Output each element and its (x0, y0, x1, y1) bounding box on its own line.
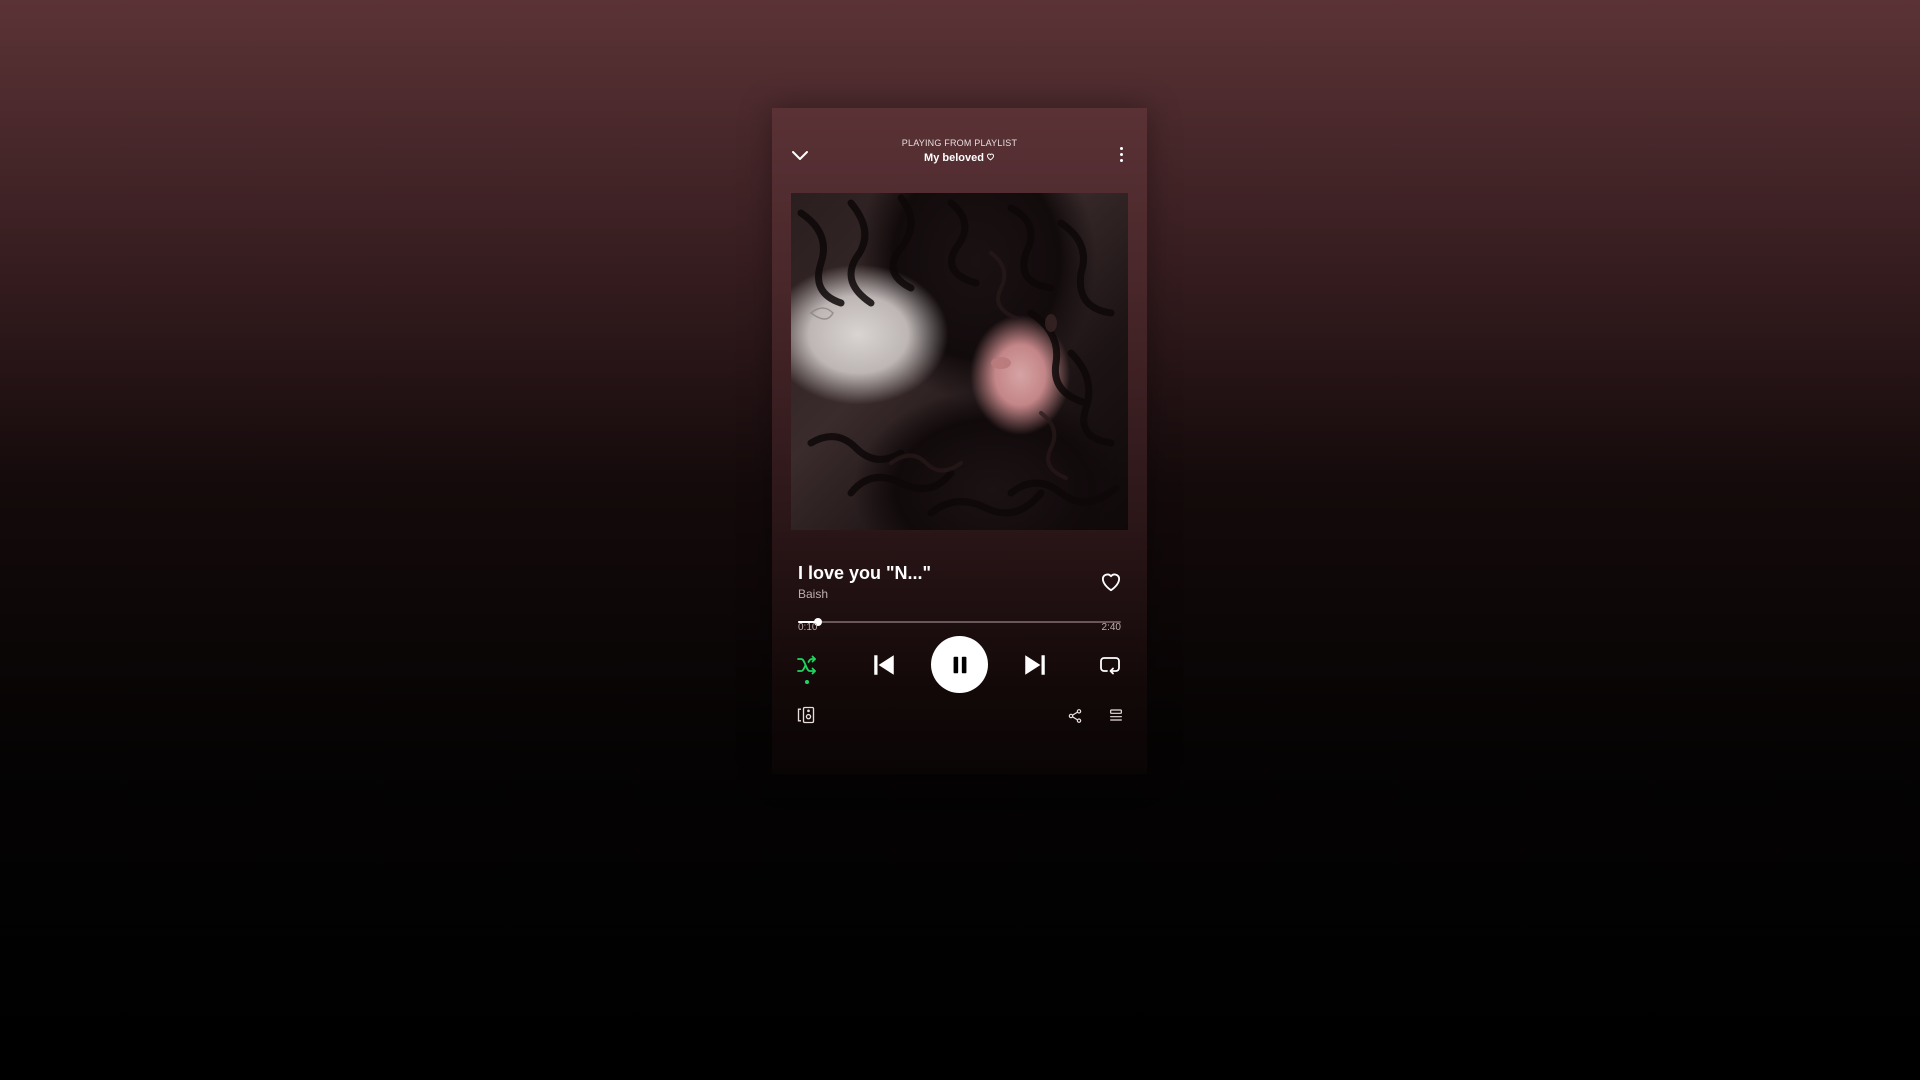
album-art-image (797, 194, 1120, 517)
previous-button[interactable] (868, 649, 900, 681)
now-playing-screen: PLAYING FROM PLAYLIST My beloved I love … (772, 108, 1147, 774)
header: PLAYING FROM PLAYLIST My beloved (772, 108, 1147, 188)
progress-track (798, 621, 1121, 623)
connect-device-button[interactable] (794, 703, 818, 727)
heart-icon (1101, 573, 1121, 592)
playlist-name: My beloved (924, 152, 984, 164)
next-button[interactable] (1019, 649, 1051, 681)
album-artwork (791, 193, 1128, 530)
share-icon (1068, 709, 1082, 723)
repeat-icon (1100, 657, 1120, 675)
pause-button[interactable] (931, 636, 988, 693)
heart-small-icon (986, 153, 994, 161)
playing-from[interactable]: PLAYING FROM PLAYLIST My beloved (832, 138, 1087, 166)
playback-controls (772, 636, 1147, 708)
queue-button[interactable] (1105, 705, 1127, 727)
chevron-down-icon (792, 151, 808, 160)
progress-bar[interactable] (798, 615, 1121, 629)
like-button[interactable] (1098, 568, 1124, 594)
skip-next-icon (1025, 655, 1045, 675)
queue-icon (1110, 709, 1122, 721)
more-options-button[interactable] (1111, 142, 1131, 166)
share-button[interactable] (1064, 705, 1086, 727)
repeat-button[interactable] (1095, 650, 1125, 680)
track-title[interactable]: I love you "N..." (798, 563, 1098, 584)
bottom-actions (772, 703, 1147, 733)
source-label: PLAYING FROM PLAYLIST (901, 138, 1018, 148)
more-vertical-icon (1119, 146, 1123, 150)
shuffle-icon (797, 655, 816, 675)
skip-previous-icon (874, 655, 894, 675)
shuffle-button[interactable] (792, 650, 822, 680)
shuffle-active-indicator (805, 680, 809, 684)
total-time: 2:40 (1101, 622, 1121, 633)
elapsed-time: 0:10 (798, 622, 818, 633)
track-info: I love you "N..." Baish (798, 563, 1098, 601)
pause-icon (953, 656, 966, 673)
collapse-button[interactable] (786, 142, 814, 170)
track-artist[interactable]: Baish (798, 587, 1098, 601)
connect-device-icon (797, 706, 815, 724)
